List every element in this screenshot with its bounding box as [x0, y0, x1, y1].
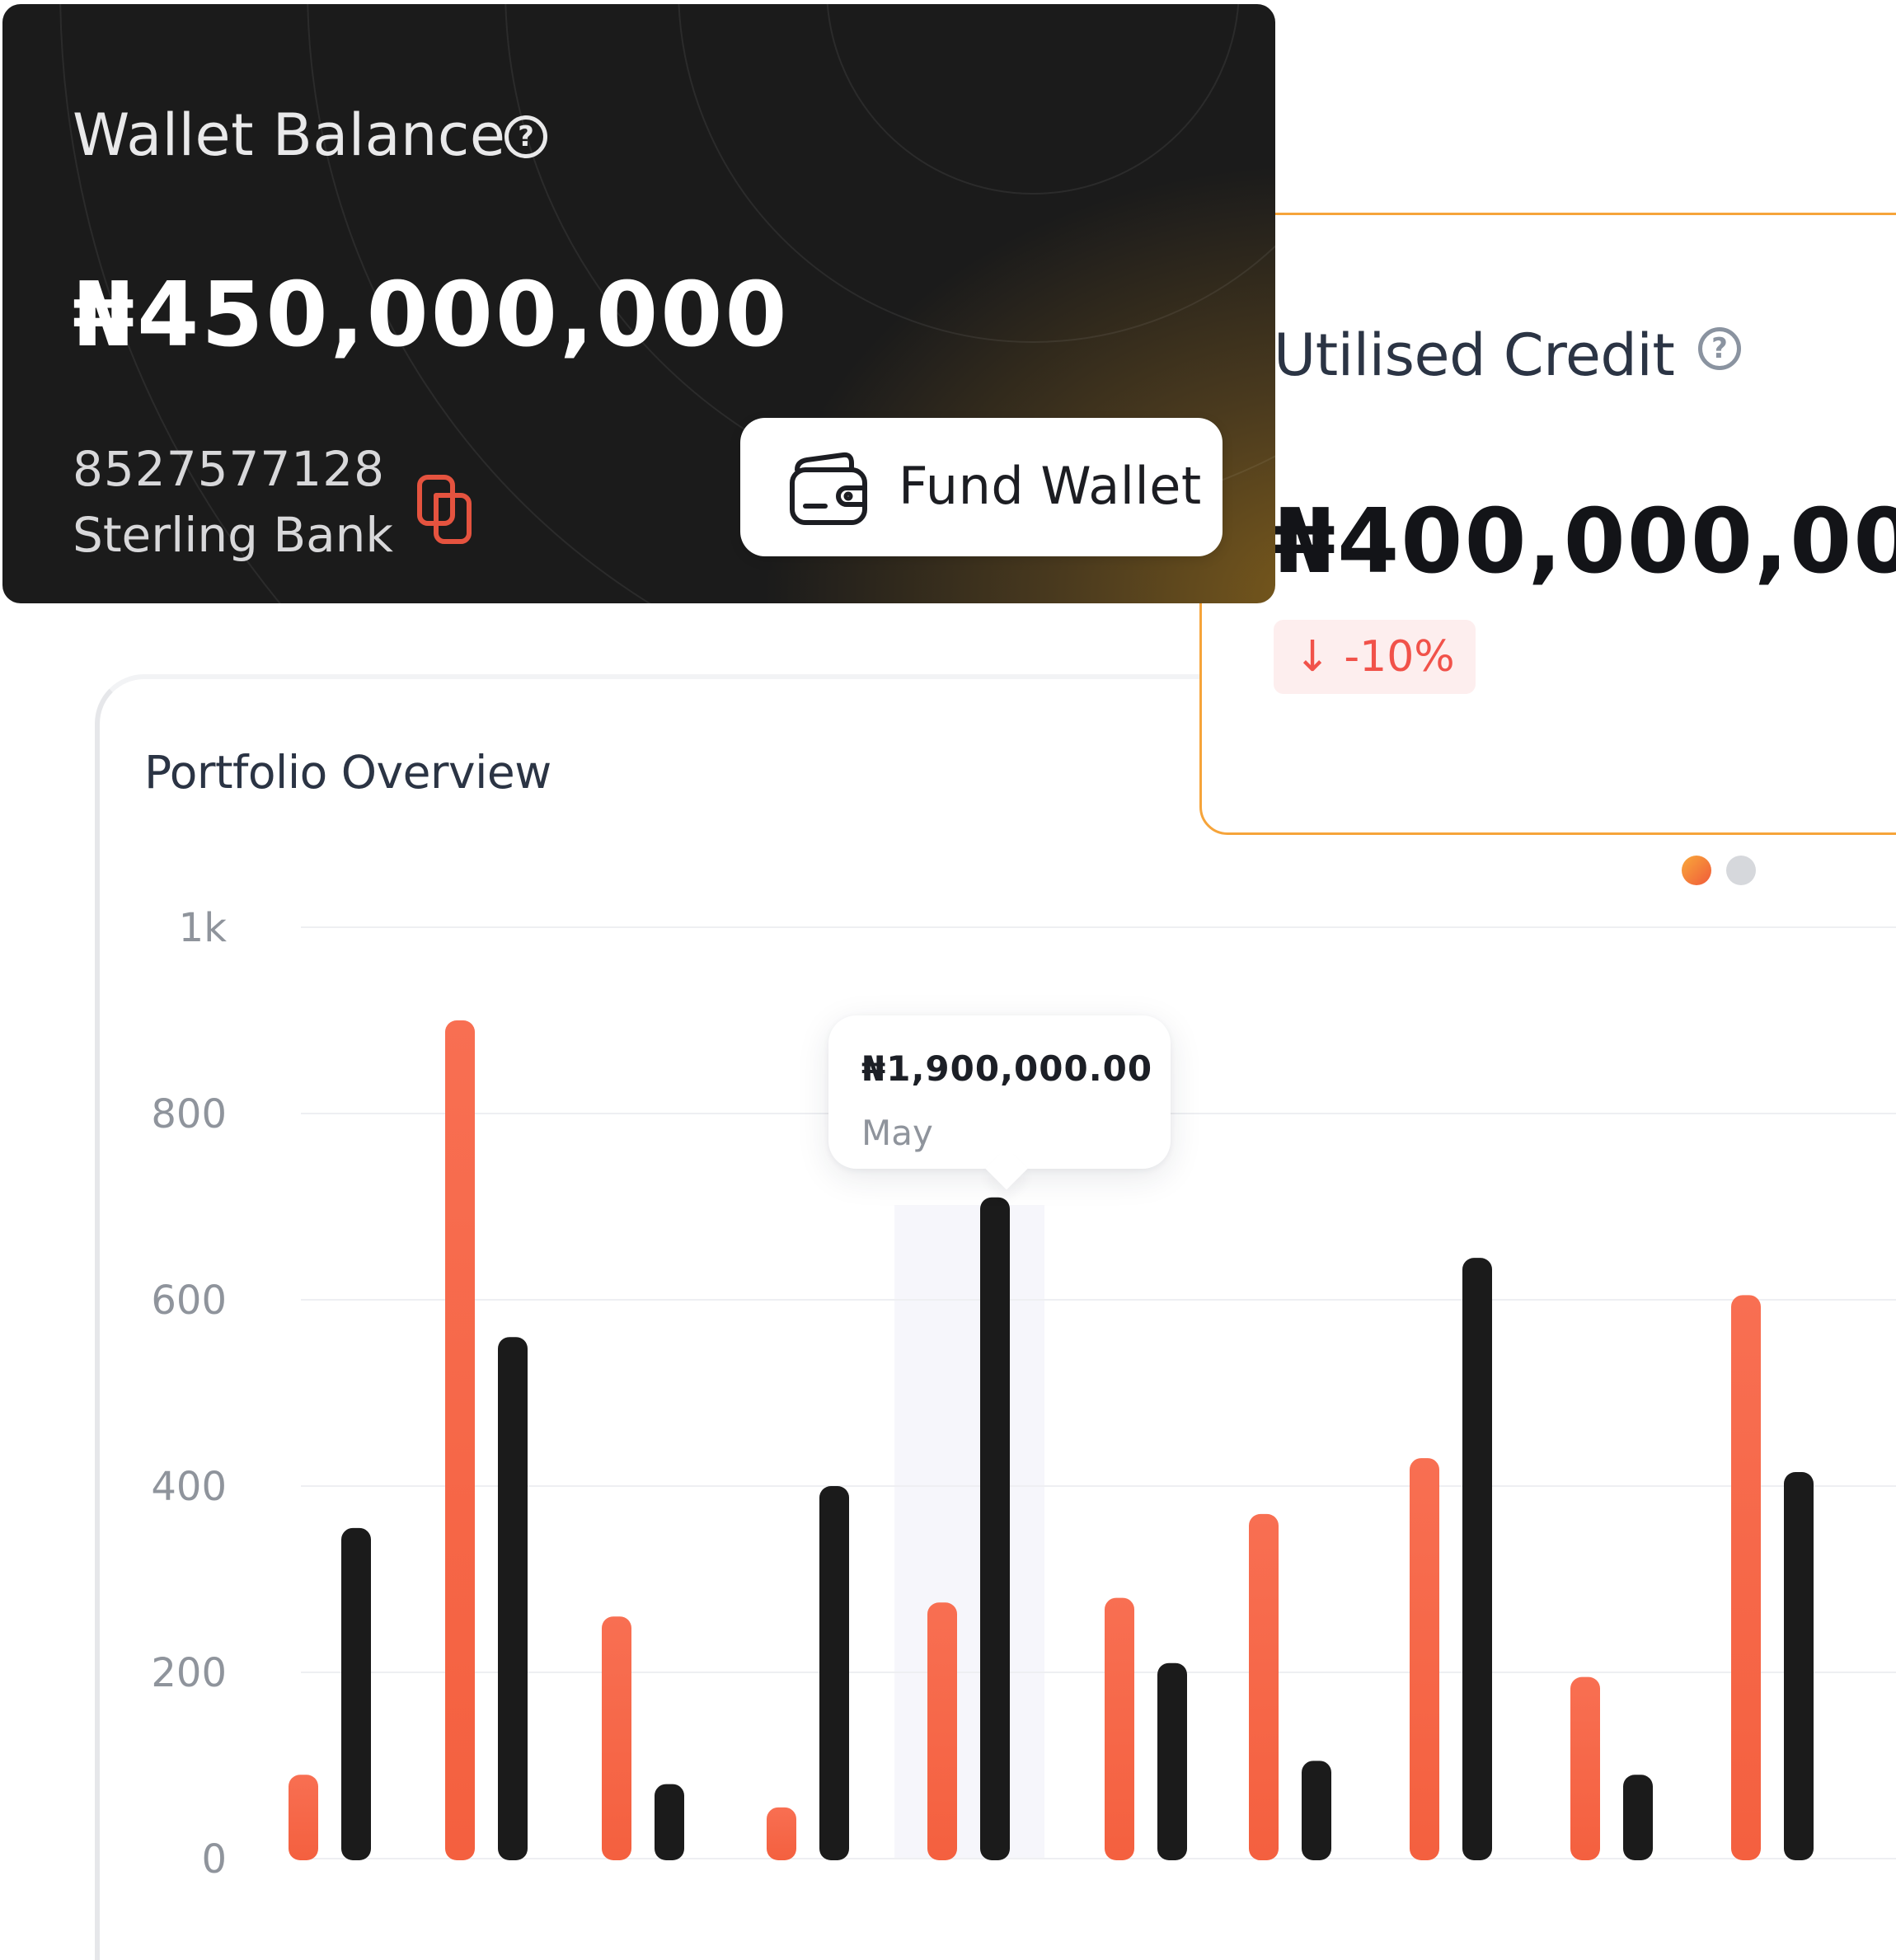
bar-dark[interactable] — [341, 1527, 371, 1860]
y-tick-label: 600 — [151, 1278, 227, 1324]
wallet-title: Wallet Balance — [73, 101, 506, 169]
credit-help-icon[interactable]: ? — [1698, 327, 1741, 370]
bar-orange[interactable] — [1410, 1458, 1439, 1860]
account-number: 8527577128 — [73, 441, 386, 497]
bar-dark[interactable] — [1784, 1472, 1814, 1860]
bar-dark[interactable] — [498, 1337, 528, 1860]
wallet-amount: ₦450,000,000 — [73, 264, 790, 367]
wallet-icon — [790, 452, 867, 525]
bar-orange[interactable] — [602, 1616, 631, 1860]
bar-dark[interactable] — [1302, 1761, 1331, 1860]
bank-name: Sterling Bank — [73, 507, 394, 563]
y-tick-label: 200 — [151, 1650, 227, 1696]
y-tick-label: 1k — [179, 905, 228, 951]
y-tick-label: 800 — [151, 1091, 227, 1137]
tooltip-month: May — [861, 1113, 933, 1153]
credit-change-badge: ↓ -10% — [1274, 620, 1476, 694]
credit-title: Utilised Credit — [1274, 321, 1675, 389]
bar-dark[interactable] — [1462, 1258, 1492, 1860]
bar-orange[interactable] — [289, 1775, 318, 1860]
y-tick-label: 0 — [201, 1836, 227, 1883]
bar-dark[interactable] — [1157, 1662, 1187, 1860]
bar-orange[interactable] — [1731, 1295, 1761, 1860]
chart-tooltip: ₦1,900,000.00 May — [828, 1015, 1171, 1169]
y-tick-label: 400 — [151, 1464, 227, 1510]
carousel-dot-1[interactable] — [1682, 856, 1711, 885]
bar-dark[interactable] — [1623, 1775, 1653, 1860]
bar-orange[interactable] — [1570, 1676, 1600, 1860]
fund-wallet-label: Fund Wallet — [899, 456, 1202, 516]
bar-dark[interactable] — [655, 1784, 684, 1860]
credit-amount: ₦400,000,00 — [1274, 490, 1896, 593]
tooltip-amount: ₦1,900,000.00 — [861, 1048, 1153, 1089]
bar-orange[interactable] — [1105, 1597, 1134, 1860]
bar-orange[interactable] — [767, 1807, 796, 1860]
bar-orange[interactable] — [445, 1020, 475, 1860]
copy-icon[interactable] — [416, 472, 476, 548]
bar-dark[interactable] — [980, 1197, 1010, 1860]
bar-orange[interactable] — [927, 1602, 957, 1860]
bar-orange[interactable] — [1249, 1513, 1279, 1860]
carousel-dot-2[interactable] — [1726, 856, 1756, 885]
highlight-band — [894, 1205, 1044, 1859]
bar-dark[interactable] — [819, 1486, 849, 1860]
wallet-help-icon[interactable]: ? — [505, 115, 547, 158]
